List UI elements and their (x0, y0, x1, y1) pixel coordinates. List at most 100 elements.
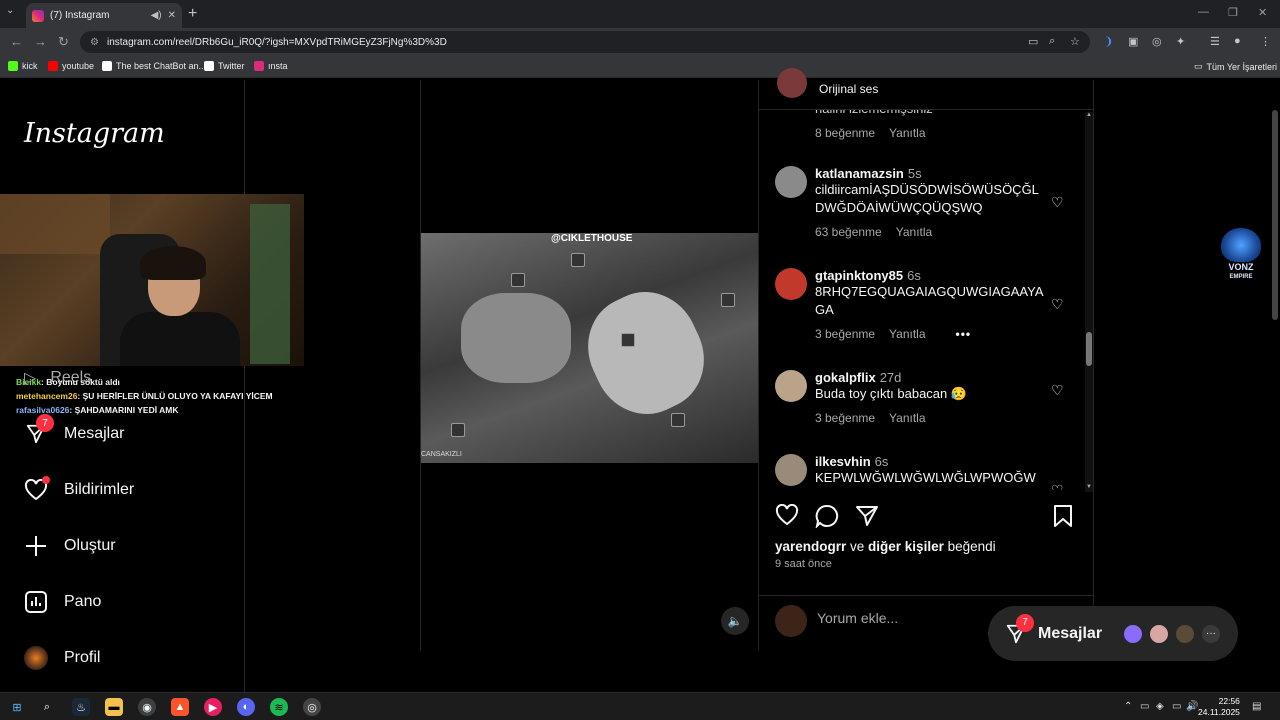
scroll-up-icon[interactable]: ▲ (1085, 112, 1093, 118)
address-bar[interactable]: ⚙ instagram.com/reel/DRb6Gu_iR0Q/?igsh=M… (80, 31, 1090, 53)
chat-text: : ŞU HERİFLER ÜNLÜ OLUYO YA KAFAYI YİCEM (77, 391, 273, 401)
comment-username[interactable]: ilkesvhin (815, 454, 871, 469)
avatar[interactable] (775, 370, 807, 402)
messages-floating-button[interactable]: 7 Mesajlar ··· (988, 606, 1238, 661)
like-comment-heart-icon[interactable]: ♡ (1051, 482, 1064, 490)
tray-app-icon[interactable]: ◈ (1156, 701, 1164, 712)
bookmark-youtube[interactable]: youtube (48, 61, 94, 71)
all-bookmarks[interactable]: ▭ Tüm Yer İşaretleri (1194, 61, 1277, 72)
comment-likes[interactable]: 3 beğenme (815, 327, 875, 341)
file-explorer-icon[interactable]: ▬ (105, 698, 123, 716)
comment-likes[interactable]: 8 beğenme (815, 126, 875, 140)
comments-panel: Orijinal ses halini izlememişsiniz 8 beğ… (758, 68, 1094, 650)
search-icon[interactable]: ⌕ (38, 698, 56, 716)
restore-icon[interactable]: ❐ (1228, 6, 1238, 19)
like-heart-icon[interactable] (775, 503, 799, 532)
tray-app-icon[interactable]: ▭ (1140, 701, 1149, 712)
comment-bubble-icon[interactable] (815, 504, 839, 534)
avatar (1122, 622, 1144, 645)
extension-icon[interactable]: ▣ (1128, 35, 1138, 48)
cast-icon[interactable]: ▭ (1028, 35, 1038, 48)
tab-list-chevron-icon[interactable]: ⌄ (6, 5, 14, 16)
comments-scrollbar[interactable]: ▲ ▼ (1085, 112, 1093, 492)
reply-button[interactable]: Yanıtla (889, 411, 925, 425)
liked-by-others[interactable]: diğer kişiler (868, 539, 944, 554)
back-icon[interactable]: ← (10, 34, 23, 49)
extension-icon[interactable]: ◎ (1152, 35, 1162, 48)
forward-icon[interactable]: → (34, 34, 47, 49)
sidebar-item-notifications[interactable]: Bildirimler (24, 476, 134, 502)
reload-icon[interactable]: ↻ (58, 34, 69, 50)
video-watermark: @CIKLETHOUSE (551, 233, 633, 244)
share-icon[interactable] (855, 504, 879, 534)
star-icon[interactable]: ☆ (1070, 35, 1080, 48)
menu-icon[interactable]: ⋮ (1260, 35, 1271, 48)
like-comment-heart-icon[interactable]: ♡ (1051, 382, 1064, 399)
site-info-icon[interactable]: ⚙ (90, 37, 99, 48)
reply-button[interactable]: Yanıtla (889, 327, 925, 341)
reply-button[interactable]: Yanıtla (896, 225, 932, 239)
bookmark-chatbot[interactable]: The best ChatBot an... (102, 61, 206, 71)
comment-likes[interactable]: 3 beğenme (815, 411, 875, 425)
save-bookmark-icon[interactable] (1053, 504, 1073, 534)
webcam-person (120, 312, 240, 366)
comment-username[interactable]: gokalpflix (815, 370, 876, 385)
liked-by-user[interactable]: yarendogrr (775, 539, 846, 554)
webcam-person (140, 246, 206, 280)
tray-chevron-icon[interactable]: ⌃ (1124, 701, 1132, 712)
scrollbar-thumb[interactable] (1086, 332, 1092, 366)
reel-video[interactable]: @CIKLETHOUSE CANSAKIZLI (421, 233, 759, 463)
brave-icon[interactable]: ▲ (171, 698, 189, 716)
minimize-icon[interactable]: — (1198, 6, 1209, 18)
extension-icon[interactable]: ❩ (1104, 35, 1113, 48)
notifications-icon[interactable]: ▤ (1252, 701, 1261, 712)
avatar[interactable] (777, 68, 807, 98)
profile-avatar-icon[interactable]: ● (1234, 35, 1241, 47)
spotify-icon[interactable]: ≋ (270, 698, 288, 716)
volume-button[interactable]: 🔈 (721, 607, 749, 635)
zoom-icon[interactable]: ⌕ (1049, 35, 1055, 48)
sidebar-item-messages[interactable]: 7 Mesajlar (24, 414, 124, 446)
close-tab-icon[interactable]: ✕ (168, 10, 176, 21)
comment-username[interactable]: katlanamazsin (815, 166, 904, 181)
instagram-icon (254, 61, 264, 71)
comment-likes[interactable]: 63 beğenme (815, 225, 882, 239)
page-scrollbar-thumb[interactable] (1272, 110, 1278, 320)
avatar[interactable] (775, 454, 807, 486)
reading-list-icon[interactable]: ☰ (1210, 35, 1220, 48)
avatar[interactable] (775, 166, 807, 198)
bookmark-twitter[interactable]: Twitter (204, 61, 245, 71)
audio-label[interactable]: Orijinal ses (819, 82, 878, 96)
video-sticker (511, 273, 525, 287)
like-comment-heart-icon[interactable]: ♡ (1051, 194, 1064, 211)
scroll-down-icon[interactable]: ▼ (1085, 484, 1093, 490)
sidebar-item-create[interactable]: Oluştur (24, 534, 116, 558)
chrome-icon[interactable]: ◉ (138, 698, 156, 716)
new-tab-icon[interactable]: + (188, 5, 197, 23)
sidebar-item-profile[interactable]: Profil (24, 646, 100, 670)
more-options-icon[interactable]: ••• (956, 327, 972, 341)
network-icon[interactable]: ▭ (1172, 701, 1181, 712)
avatar[interactable] (775, 268, 807, 300)
volume-icon[interactable]: 🔊 (1186, 701, 1198, 712)
taskbar-clock[interactable]: 22:56 24.11.2025 (1198, 696, 1240, 718)
avatar (24, 646, 48, 670)
discord-icon[interactable]: ◐ (237, 698, 255, 716)
browser-tab[interactable]: (7) Instagram ◀) ✕ (26, 3, 182, 28)
steam-icon[interactable]: ♨ (72, 698, 90, 716)
like-comment-heart-icon[interactable]: ♡ (1051, 296, 1064, 313)
bookmark-kick[interactable]: kick (8, 61, 38, 71)
windows-start-icon[interactable]: ⊞ (8, 698, 26, 716)
close-window-icon[interactable]: ✕ (1258, 6, 1267, 19)
sidebar-item-dashboard[interactable]: Pano (24, 590, 101, 614)
extensions-puzzle-icon[interactable]: ✦ (1176, 35, 1185, 48)
chat-text: : Boyunu söktü aldı (41, 377, 120, 387)
comment-username[interactable]: gtapinktony85 (815, 268, 903, 283)
obs-icon[interactable]: ◎ (303, 698, 321, 716)
media-player-icon[interactable]: ▶ (204, 698, 222, 716)
avatar (1148, 622, 1170, 645)
reply-button[interactable]: Yanıtla (889, 126, 925, 140)
speaker-icon[interactable]: ◀) (151, 10, 162, 21)
instagram-logo[interactable]: Instagram (24, 118, 165, 149)
bookmark-insta[interactable]: ınsta (254, 61, 288, 71)
